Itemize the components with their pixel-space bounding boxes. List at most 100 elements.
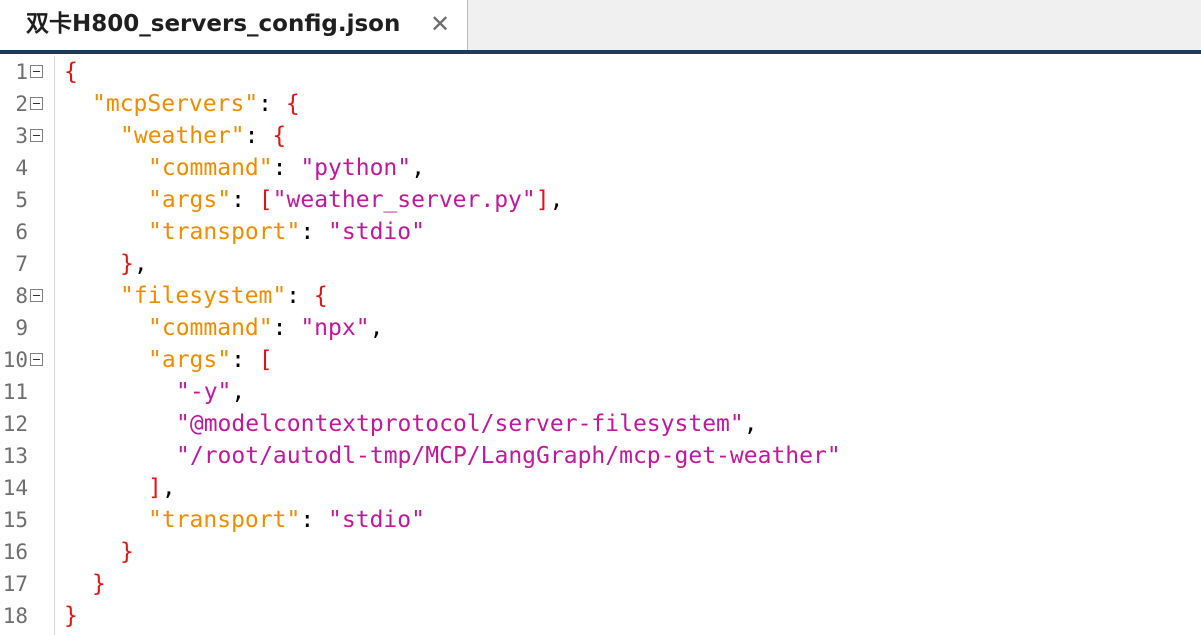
token-punct: ,	[411, 155, 425, 181]
code-text: "args": [	[148, 344, 273, 376]
token-key: "args"	[148, 347, 232, 373]
code-line[interactable]: 1{	[0, 56, 1201, 88]
token-key: "command"	[148, 155, 273, 181]
line-number: 10	[2, 348, 28, 372]
code-line[interactable]: 12 "@modelcontextprotocol/server-filesyst…	[0, 408, 1201, 440]
code-text: "-y",	[176, 376, 245, 408]
code-line[interactable]: 15 "transport": "stdio"	[0, 504, 1201, 536]
token-brace: ]	[535, 187, 550, 213]
fold-collapse-icon[interactable]	[30, 129, 43, 142]
token-punct: :	[272, 315, 301, 341]
code-line[interactable]: 14],	[0, 472, 1201, 504]
code-line[interactable]: 8 "filesystem": {	[0, 280, 1201, 312]
token-str: "stdio"	[328, 507, 425, 533]
code-text: "command": "python",	[148, 152, 425, 184]
token-punct: :	[300, 219, 329, 245]
token-punct: :	[300, 507, 329, 533]
code-text: "filesystem": {	[120, 280, 328, 312]
line-number: 6	[15, 220, 28, 244]
token-key: "mcpServers"	[92, 91, 259, 117]
close-icon[interactable]: ✕	[426, 9, 454, 39]
token-punct: ,	[133, 251, 148, 277]
code-text: "@modelcontextprotocol/server-filesystem…	[176, 408, 758, 440]
token-key: "weather"	[120, 123, 245, 149]
token-str: "@modelcontextprotocol/server-filesystem…	[176, 411, 744, 437]
code-text: }	[64, 600, 78, 632]
code-text: "args": ["weather_server.py"],	[148, 184, 563, 216]
token-punct: ,	[161, 475, 176, 501]
token-brace: {	[285, 91, 300, 117]
token-key: "args"	[148, 187, 232, 213]
token-punct: :	[258, 91, 286, 117]
code-text: "command": "npx",	[148, 312, 383, 344]
token-key: "transport"	[148, 219, 301, 245]
fold-collapse-icon[interactable]	[30, 353, 43, 366]
token-brace: [	[258, 187, 273, 213]
code-line[interactable]: 4 "command": "python",	[0, 152, 1201, 184]
token-punct: :	[272, 155, 301, 181]
token-brace: }	[120, 251, 134, 277]
code-text: "weather": {	[120, 120, 286, 152]
code-text: },	[120, 248, 148, 280]
line-number: 5	[15, 188, 28, 212]
token-key: "transport"	[148, 507, 301, 533]
token-brace: {	[272, 123, 287, 149]
editor-window: 双卡H800_servers_config.json ✕ 1{2 "mcpServ…	[0, 0, 1201, 635]
token-brace: }	[92, 571, 106, 597]
code-text: "transport": "stdio"	[148, 216, 425, 248]
token-punct: :	[244, 123, 273, 149]
token-punct: ,	[743, 411, 758, 437]
code-text: }	[92, 568, 106, 600]
line-number: 16	[2, 540, 28, 564]
token-str: "stdio"	[328, 219, 425, 245]
token-str: "weather_server.py"	[272, 187, 536, 213]
token-punct: ,	[549, 187, 564, 213]
code-line[interactable]: 11 "-y",	[0, 376, 1201, 408]
code-text: {	[64, 56, 78, 88]
code-text: "transport": "stdio"	[148, 504, 425, 536]
fold-collapse-icon[interactable]	[30, 97, 43, 110]
line-number: 4	[15, 156, 28, 180]
file-tab[interactable]: 双卡H800_servers_config.json ✕	[0, 0, 468, 50]
code-text: }	[120, 536, 134, 568]
code-line[interactable]: 10 "args": [	[0, 344, 1201, 376]
token-brace: {	[313, 283, 328, 309]
line-number: 17	[2, 572, 28, 596]
fold-collapse-icon[interactable]	[30, 65, 43, 78]
code-line[interactable]: 5 "args": ["weather_server.py"],	[0, 184, 1201, 216]
line-number: 1	[15, 60, 28, 84]
line-number: 11	[2, 380, 28, 404]
line-number: 8	[15, 284, 28, 308]
line-number: 14	[2, 476, 28, 500]
code-line[interactable]: 18}	[0, 600, 1201, 632]
token-str: "python"	[300, 155, 412, 181]
token-punct: ,	[369, 315, 384, 341]
code-editor[interactable]: 1{2 "mcpServers": {3 "weather": {4 "command…	[0, 56, 1201, 635]
code-line[interactable]: 17}	[0, 568, 1201, 600]
line-number: 13	[2, 444, 28, 468]
fold-collapse-icon[interactable]	[30, 289, 43, 302]
tab-bar: 双卡H800_servers_config.json ✕	[0, 0, 1201, 51]
token-str: "-y"	[176, 379, 232, 405]
line-number: 2	[15, 92, 28, 116]
line-number: 9	[15, 316, 28, 340]
code-line[interactable]: 9 "command": "npx",	[0, 312, 1201, 344]
active-tab-underline	[0, 50, 1201, 54]
code-line[interactable]: 3 "weather": {	[0, 120, 1201, 152]
line-number: 3	[15, 124, 28, 148]
token-punct: ,	[231, 379, 246, 405]
code-line[interactable]: 6 "transport": "stdio"	[0, 216, 1201, 248]
code-line[interactable]: 7},	[0, 248, 1201, 280]
code-text: ],	[148, 472, 176, 504]
line-number: 18	[2, 604, 28, 628]
token-punct: :	[231, 187, 259, 213]
token-brace: }	[120, 539, 134, 565]
token-key: "filesystem"	[120, 283, 287, 309]
token-brace: ]	[148, 475, 162, 501]
code-line[interactable]: 2 "mcpServers": {	[0, 88, 1201, 120]
token-punct: :	[231, 347, 259, 373]
tab-title: 双卡H800_servers_config.json	[26, 11, 401, 37]
line-number: 7	[15, 252, 28, 276]
code-line[interactable]: 13 "/root/autodl-tmp/MCP/LangGraph/mcp-ge…	[0, 440, 1201, 472]
code-line[interactable]: 16}	[0, 536, 1201, 568]
